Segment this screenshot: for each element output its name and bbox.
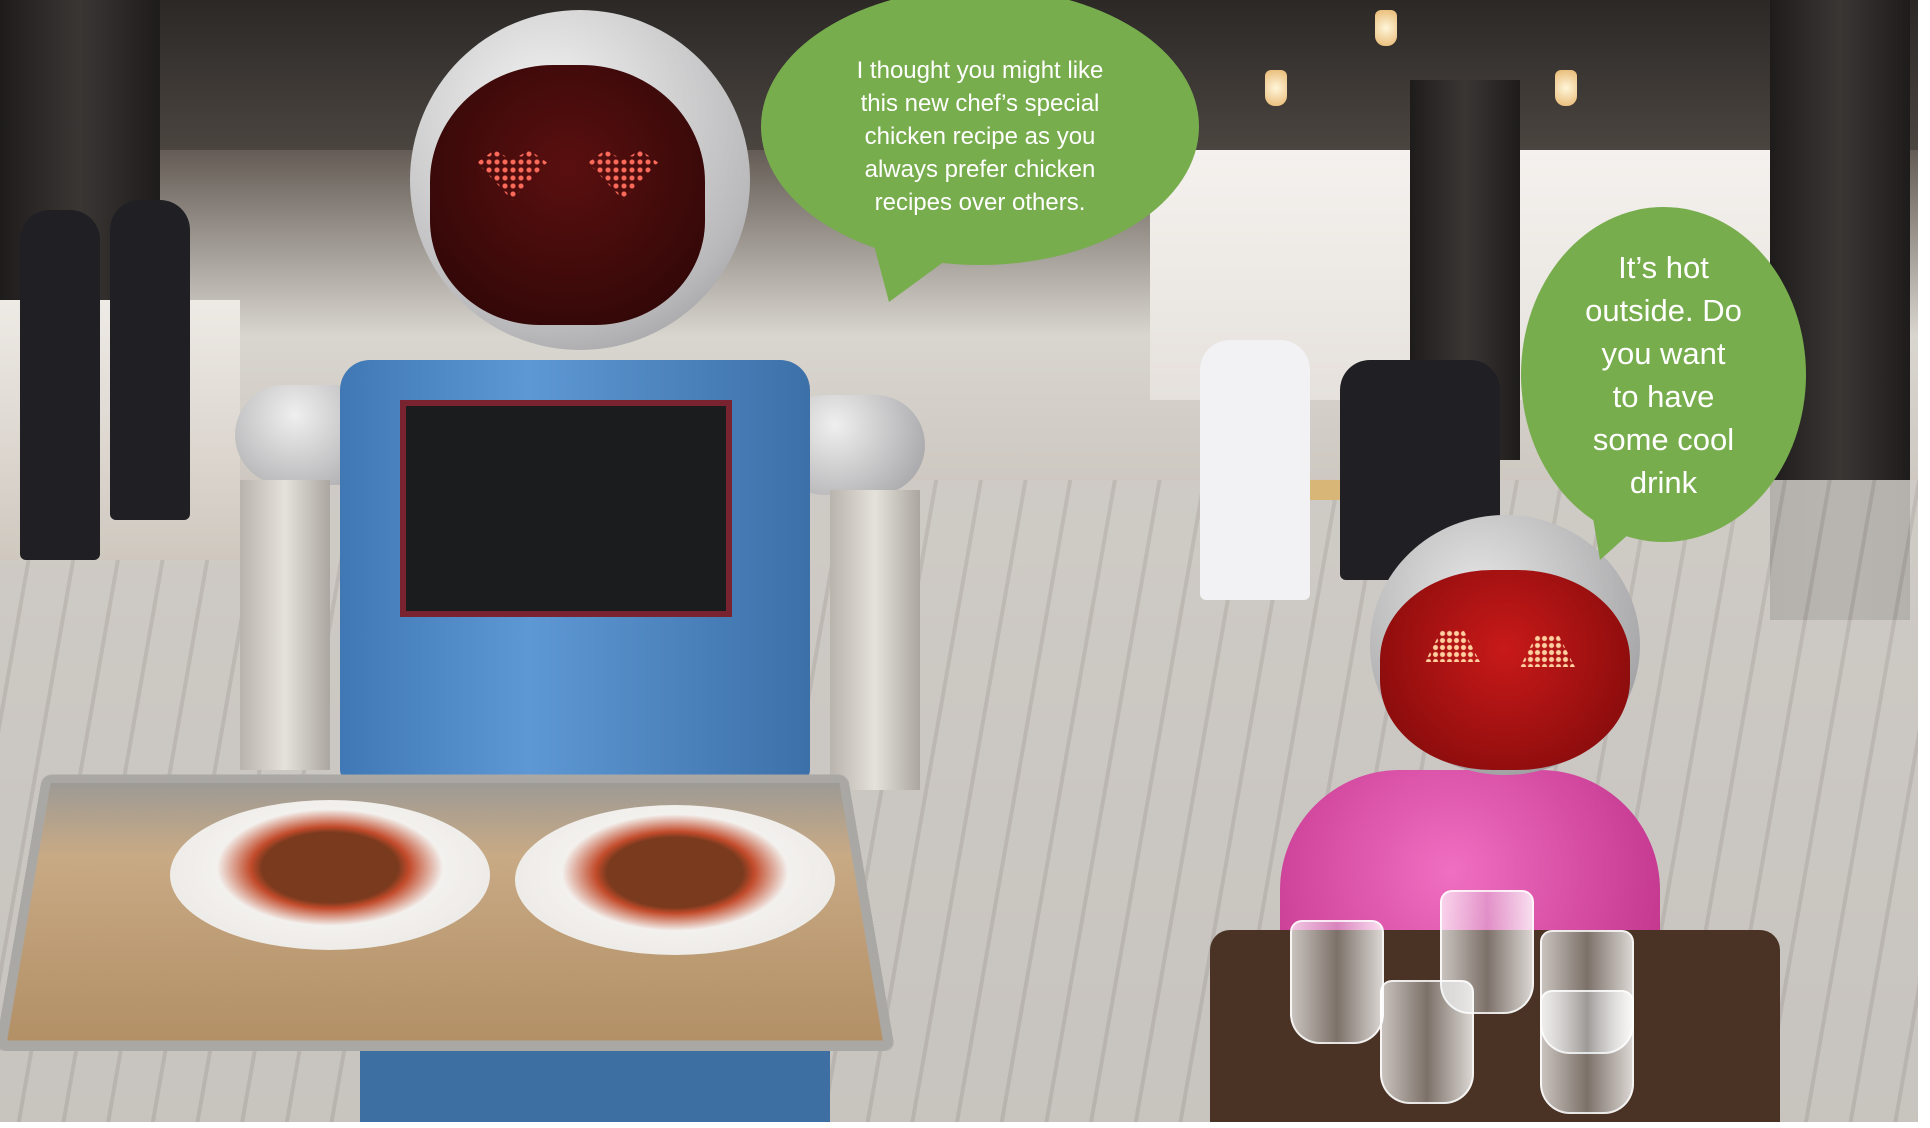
speech-bubble-right-robot: It’s hot outside. Do you want to have so…: [1521, 207, 1806, 542]
speech-bubble-text: It’s hot outside. Do you want to have so…: [1585, 249, 1742, 500]
speech-bubble-left-robot: I thought you might like this new chef’s…: [761, 0, 1199, 265]
speech-bubble-text: I thought you might like this new chef’s…: [856, 57, 1104, 216]
